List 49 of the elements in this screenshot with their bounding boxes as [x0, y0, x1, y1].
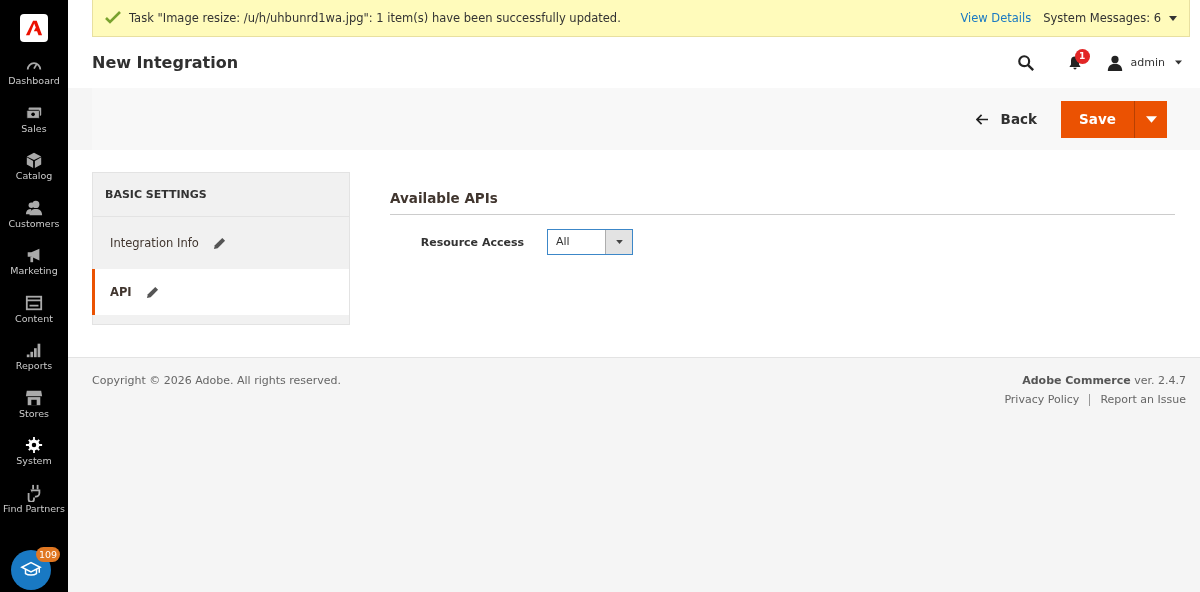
system-messages-toggle[interactable]: System Messages: 6 — [1043, 11, 1161, 25]
caret-icon — [1145, 115, 1157, 123]
footer-link[interactable]: Privacy Policy — [1004, 393, 1080, 406]
user-icon[interactable] — [1106, 54, 1123, 71]
page-title: New Integration — [92, 53, 239, 72]
field-label: Resource Access — [419, 235, 524, 249]
caret-icon — [615, 240, 623, 244]
notification-badge: 109 — [36, 547, 61, 562]
checkmark-icon — [105, 10, 121, 26]
pencil-icon — [145, 285, 159, 299]
tabs-heading: BASIC SETTINGS — [93, 173, 349, 217]
back-button[interactable]: Back — [975, 105, 1037, 133]
customers-icon — [25, 198, 43, 217]
section-title: Available APIs — [390, 190, 1175, 215]
nav-item[interactable]: Content — [0, 293, 68, 324]
catalog-icon — [25, 151, 43, 169]
search-icon[interactable] — [1016, 53, 1035, 72]
footer-link[interactable]: Report an Issue — [1100, 393, 1186, 406]
view-details-link[interactable]: View Details — [960, 11, 1032, 25]
settings-tab[interactable]: API — [92, 269, 349, 315]
nav-item[interactable]: Find Partners — [0, 483, 68, 514]
notification-badge: 1 — [1074, 48, 1090, 64]
content-icon — [25, 293, 43, 312]
pencil-icon — [212, 236, 226, 250]
nav-item[interactable]: Customers — [0, 198, 68, 229]
reports-icon — [25, 341, 43, 359]
resource-access-select[interactable]: All — [547, 229, 633, 255]
nav-item[interactable]: Dashboard — [0, 56, 68, 86]
caret-icon[interactable] — [1169, 15, 1177, 21]
save-button[interactable]: Save — [1061, 100, 1134, 138]
nav-item[interactable]: Marketing — [0, 246, 68, 276]
product-name: Adobe Commerce — [1022, 374, 1131, 387]
nav-item[interactable]: System — [0, 436, 68, 466]
caret-icon[interactable] — [1175, 60, 1182, 65]
settings-tab[interactable]: Integration Info — [92, 217, 349, 269]
copyright-text: Copyright © 2026 Adobe. All rights reserved. — [92, 374, 342, 389]
arrow-left-icon — [975, 113, 989, 125]
stores-icon — [25, 388, 43, 407]
partners-icon — [25, 483, 43, 502]
nav-item[interactable]: Reports — [0, 341, 68, 371]
save-options-button[interactable] — [1134, 100, 1167, 138]
nav-item[interactable]: Stores — [0, 388, 68, 419]
nav-item[interactable]: Sales — [0, 103, 68, 134]
version-text: ver. 2.4.7 — [1134, 374, 1186, 387]
user-menu[interactable]: admin — [1130, 56, 1165, 69]
nav-item[interactable]: Catalog — [0, 151, 68, 181]
logo-icon[interactable] — [20, 14, 48, 42]
system-icon — [25, 436, 43, 454]
notification-message: Task "Image resize: /u/h/uhbunrd1wa.jpg": 1 item(s) have been successfully updated. — [129, 11, 622, 25]
